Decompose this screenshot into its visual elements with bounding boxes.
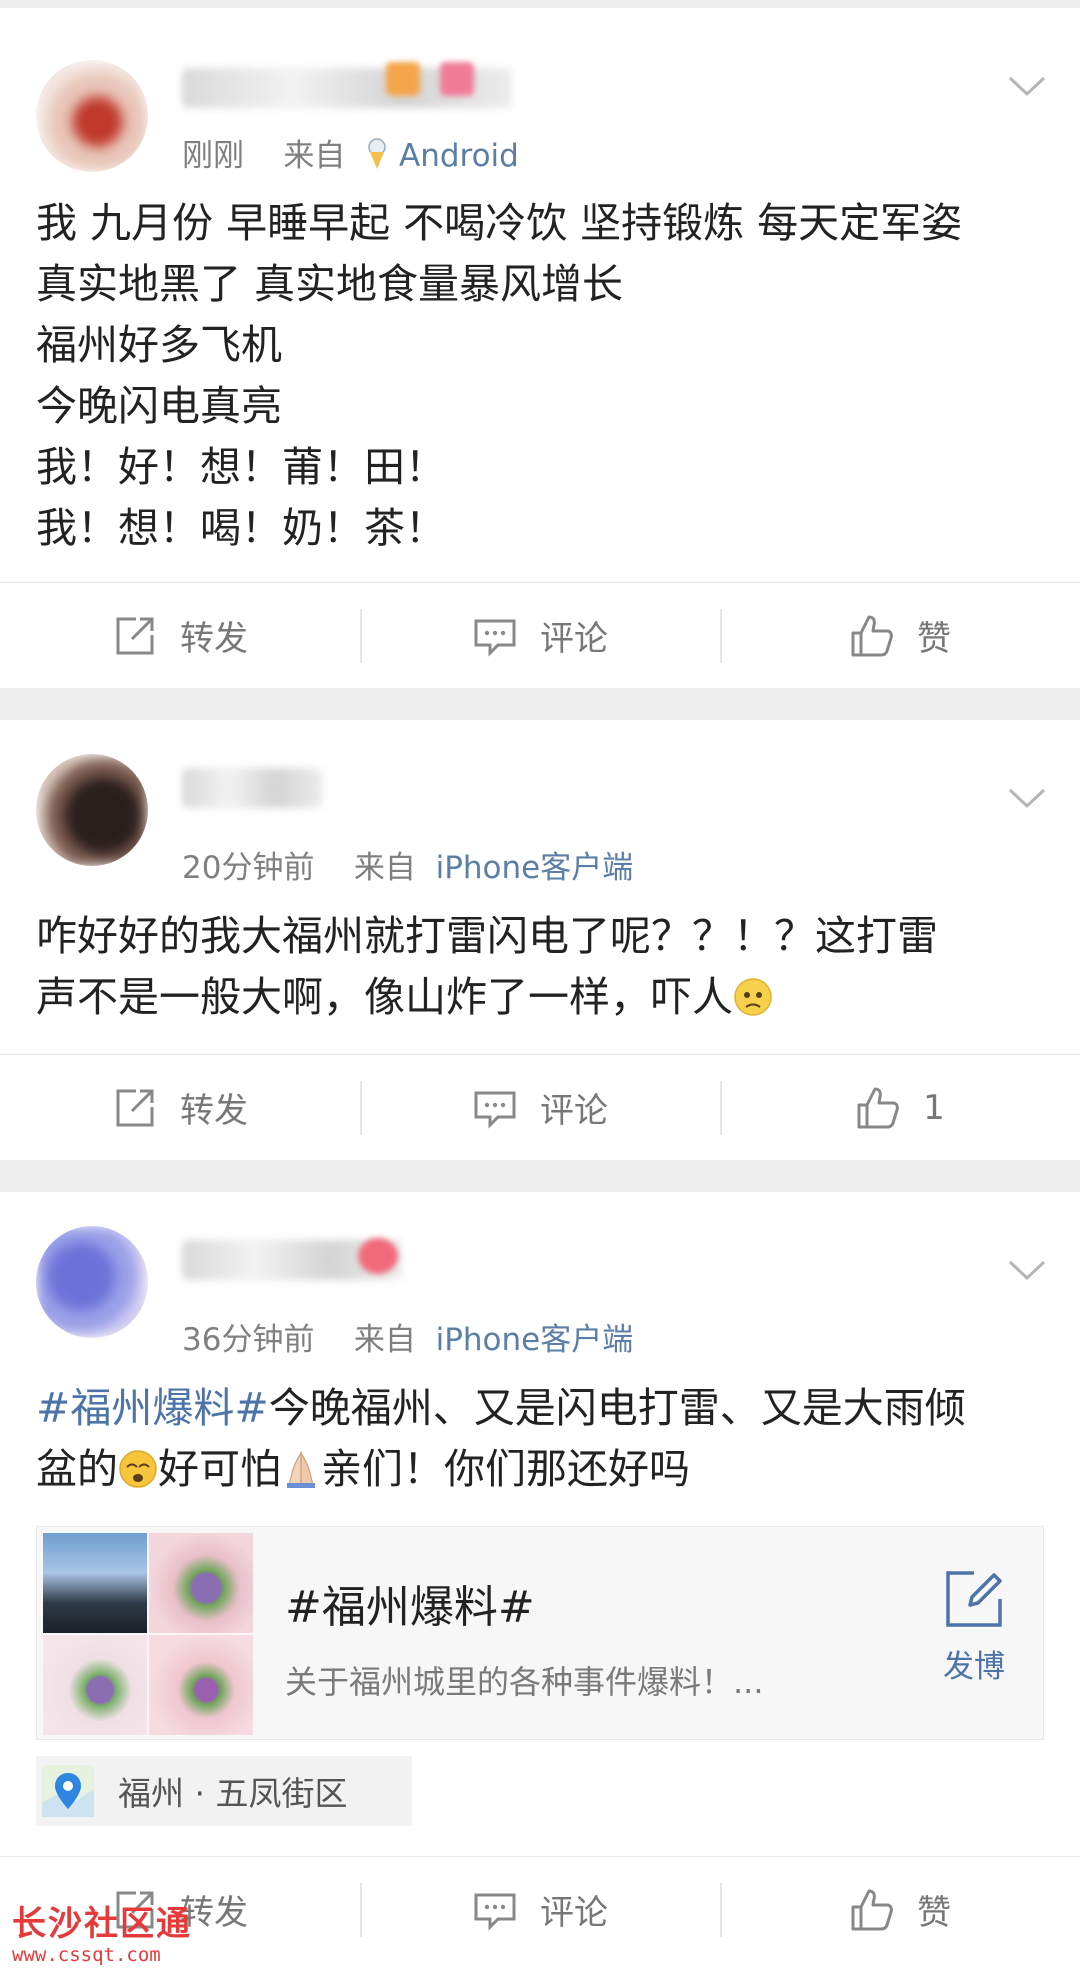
comment-label: 评论 — [540, 1893, 608, 1933]
post-meta: 36分钟前 来自 iPhone客户端 — [182, 1314, 633, 1359]
post-meta: 20分钟前 来自 iPhone客户端 — [182, 842, 633, 887]
comment-icon — [474, 1893, 516, 1931]
comment-button[interactable]: 评论 — [360, 1055, 720, 1160]
compose-icon — [946, 1571, 1002, 1627]
avatar[interactable] — [36, 754, 148, 866]
thumbnail-image — [43, 1635, 147, 1735]
post-card: 20分钟前 来自 iPhone客户端 咋好好的我大福州就打雷闪电了呢？？！？这打… — [0, 720, 1080, 1160]
compose-label: 发博 — [943, 1649, 1005, 1685]
watermark-url: www.cssqt.com — [12, 1944, 161, 1966]
post-time: 刚刚 — [182, 138, 244, 174]
repost-icon — [116, 617, 154, 654]
like-icon — [851, 1889, 893, 1930]
post-source[interactable]: Android — [399, 138, 519, 174]
post-line: 真实地黑了 真实地食量暴风增长 — [36, 260, 624, 308]
post-line: 今晚福州、又是闪电打雷、又是大雨倾 — [268, 1384, 966, 1432]
topic-thumbnails — [43, 1533, 253, 1735]
repost-button[interactable]: 转发 — [0, 583, 360, 688]
post-line: 我！好！想！莆！田！ — [36, 443, 446, 491]
post-line: 咋好好的我大福州就打雷闪电了呢？？！？这打雷 — [36, 912, 938, 960]
post-time: 20分钟前 — [182, 850, 315, 886]
post-line: 我！想！喝！奶！茶！ — [36, 504, 446, 552]
location-label: 福州 · 五凤街区 — [118, 1774, 348, 1813]
post-source[interactable]: iPhone客户端 — [436, 1322, 634, 1358]
badge-icon — [440, 62, 474, 96]
hashtag-link[interactable]: #福州爆料# — [36, 1384, 269, 1432]
post-line-wrap: 声不是一般大啊，像山炸了一样，吓人 — [36, 967, 1056, 1028]
source-prefix: 来自 — [353, 1322, 416, 1358]
post-card: 刚刚 来自 Android 我 九月份 早睡早起 不喝冷饮 坚持锻炼 每天定军姿… — [0, 8, 1080, 688]
source-prefix: 来自 — [353, 850, 416, 886]
thumbnail-image — [149, 1533, 253, 1633]
post-content: 咋好好的我大福州就打雷闪电了呢？？！？这打雷 声不是一般大啊，像山炸了一样，吓人 — [36, 906, 1056, 1028]
like-icon — [851, 615, 893, 656]
comment-icon — [474, 1091, 516, 1129]
thumbnail-image — [43, 1533, 147, 1633]
post-meta: 刚刚 来自 Android — [182, 130, 519, 175]
source-prefix: 来自 — [283, 138, 346, 174]
post-line-wrap: #福州爆料#今晚福州、又是闪电打雷、又是大雨倾 — [36, 1378, 1056, 1439]
post-content: 我 九月份 早睡早起 不喝冷饮 坚持锻炼 每天定军姿 真实地黑了 真实地食量暴风… — [36, 193, 1056, 559]
post-line-wrap: 盆的 好可怕 亲们！你们那还好吗 — [36, 1439, 1056, 1500]
chevron-down-icon[interactable] — [1004, 1246, 1050, 1292]
watermark: 长沙社区通 www.cssqt.com — [12, 1904, 222, 1974]
post-time: 36分钟前 — [182, 1322, 315, 1358]
avatar[interactable] — [36, 1226, 148, 1338]
repost-label: 转发 — [180, 1091, 248, 1131]
post-line: 亲们！你们那还好吗 — [321, 1445, 690, 1493]
badge-icon — [386, 62, 420, 96]
post-line: 好可怕 — [158, 1445, 281, 1493]
compose-button[interactable]: 发博 — [929, 1567, 1019, 1686]
thumbnail-image — [149, 1635, 253, 1735]
post-card: 36分钟前 来自 iPhone客户端 #福州爆料#今晚福州、又是闪电打雷、又是大… — [0, 1192, 1080, 1984]
username-blurred[interactable] — [182, 768, 322, 808]
comment-button[interactable]: 评论 — [360, 583, 720, 688]
like-count: 1 — [923, 1087, 945, 1128]
topic-description: 关于福州城里的各种事件爆料！... — [285, 1663, 764, 1701]
like-button[interactable]: 1 — [720, 1055, 1080, 1160]
chevron-down-icon[interactable] — [1004, 62, 1050, 108]
chevron-down-icon[interactable] — [1004, 774, 1050, 820]
post-line: 今晚闪电真亮 — [36, 382, 282, 430]
comment-label: 评论 — [540, 1091, 608, 1131]
like-button[interactable]: 赞 — [720, 583, 1080, 688]
repost-icon — [116, 1089, 154, 1126]
post-content: #福州爆料#今晚福州、又是闪电打雷、又是大雨倾 盆的 好可怕 亲们！你们那还好吗 — [36, 1378, 1056, 1500]
like-button[interactable]: 赞 — [720, 1857, 1080, 1962]
sad-emoji-icon — [734, 978, 772, 1016]
heart-badge-icon — [358, 1238, 398, 1274]
location-tag[interactable]: 福州 · 五凤街区 — [36, 1756, 412, 1826]
like-label: 赞 — [917, 1893, 951, 1933]
topic-card[interactable]: #福州爆料# 关于福州城里的各种事件爆料！... 发博 — [36, 1526, 1044, 1740]
avatar[interactable] — [36, 60, 148, 172]
repost-button[interactable]: 转发 — [0, 1055, 360, 1160]
comment-label: 评论 — [540, 619, 608, 659]
post-line: 声不是一般大啊，像山炸了一样，吓人 — [36, 973, 733, 1021]
post-source[interactable]: iPhone客户端 — [436, 850, 634, 886]
comment-button[interactable]: 评论 — [360, 1857, 720, 1962]
icecream-icon — [368, 138, 386, 169]
action-bar: 转发 评论 1 — [0, 1054, 1080, 1160]
repost-label: 转发 — [180, 619, 248, 659]
post-line: 盆的 — [36, 1445, 118, 1493]
watermark-title: 长沙社区通 — [12, 1904, 192, 1944]
location-pin-icon — [42, 1765, 94, 1817]
post-line: 福州好多飞机 — [36, 321, 282, 369]
topic-title: #福州爆料# — [285, 1582, 535, 1633]
action-bar: 转发 评论 赞 — [0, 582, 1080, 688]
comment-icon — [474, 619, 516, 657]
like-icon — [857, 1087, 900, 1128]
post-line: 我 九月份 早睡早起 不喝冷饮 坚持锻炼 每天定军姿 — [36, 199, 963, 247]
like-label: 赞 — [917, 619, 951, 659]
scared-emoji-icon — [119, 1450, 157, 1488]
praying-hands-emoji-icon — [287, 1451, 315, 1488]
